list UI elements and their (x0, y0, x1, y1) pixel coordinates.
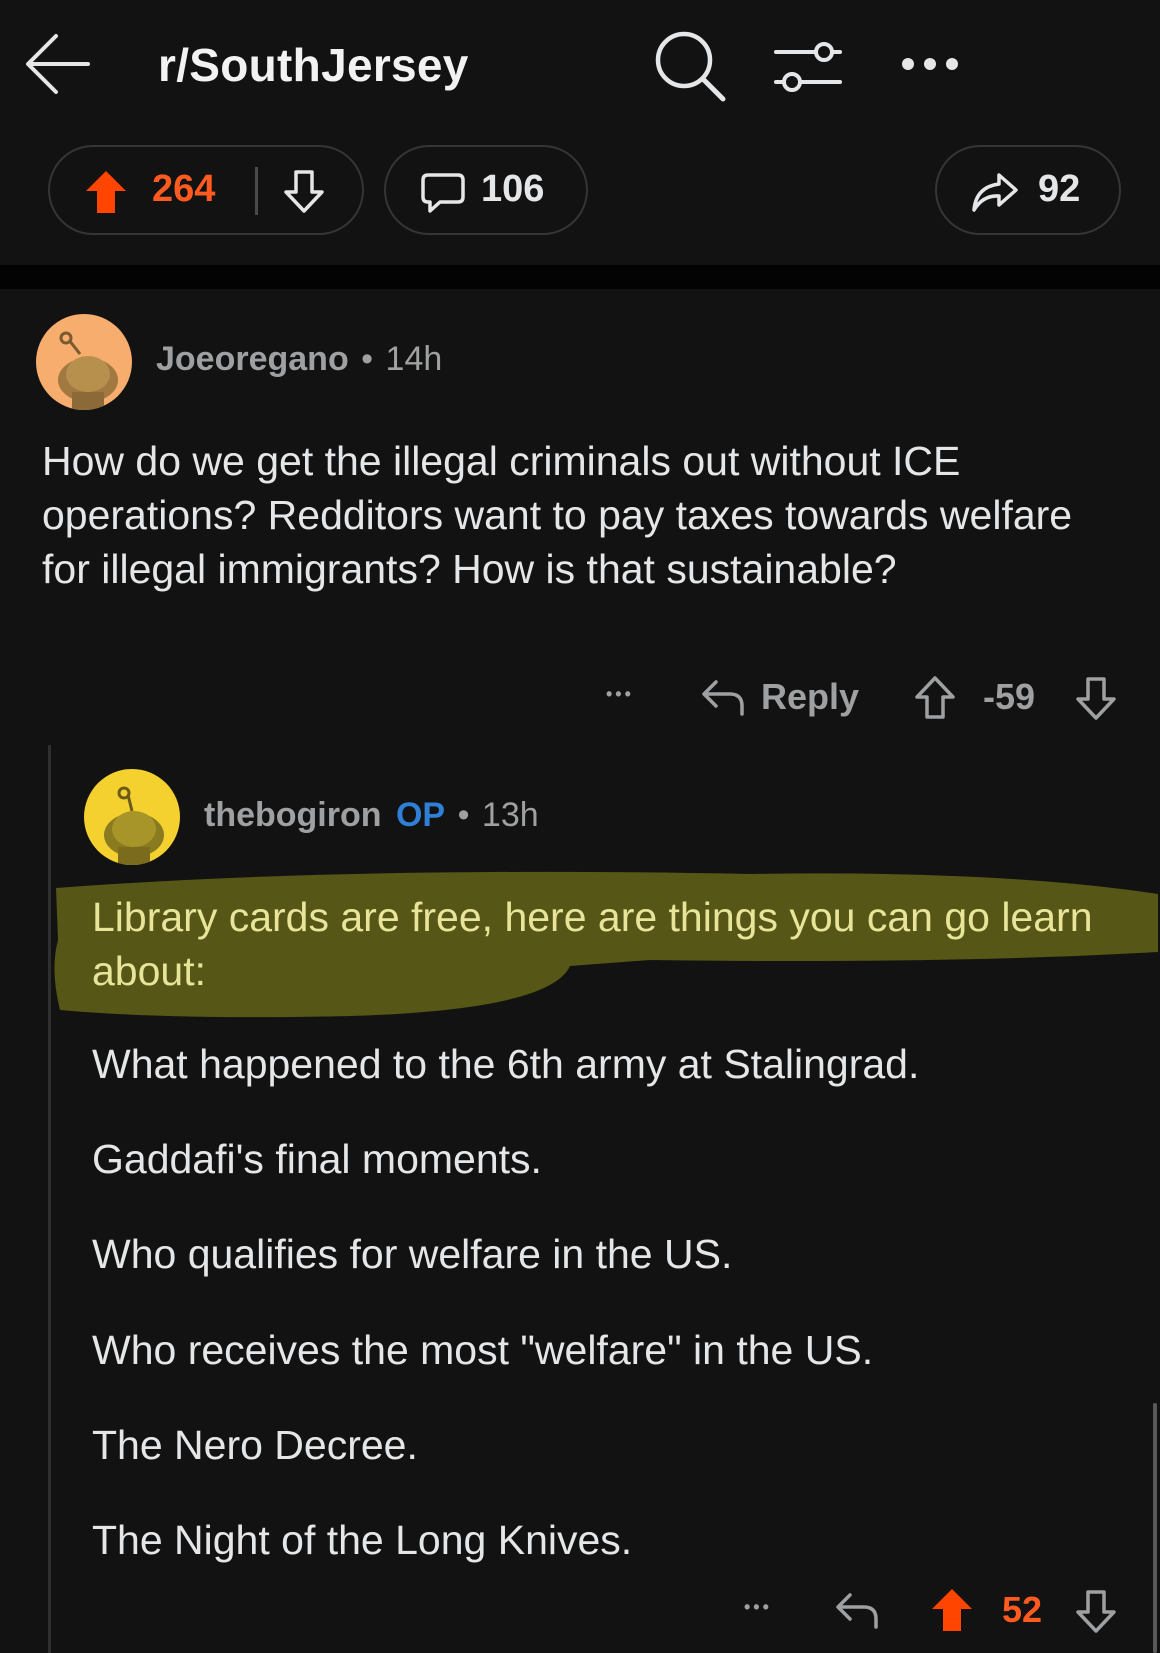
upvote-icon[interactable] (913, 674, 957, 720)
avatar[interactable] (84, 769, 180, 865)
upvote-filled-icon[interactable] (84, 169, 128, 215)
top-bar: r/SouthJersey 264 106 92 (0, 0, 1160, 265)
post-vote-control: 264 (48, 145, 364, 235)
filter-sliders-icon[interactable] (772, 36, 844, 98)
back-arrow-icon[interactable] (22, 28, 94, 100)
search-icon[interactable] (652, 28, 728, 104)
comment-meta: Joeoregano • 14h (156, 340, 442, 379)
upvote-filled-icon[interactable] (930, 1587, 974, 1633)
scrollbar[interactable] (1153, 1403, 1157, 1653)
reply-button[interactable]: Reply (761, 676, 859, 718)
meta-separator: • (361, 340, 374, 378)
list-item: What happened to the 6th army at Staling… (92, 1041, 920, 1087)
section-divider (0, 265, 1160, 289)
downvote-icon[interactable] (282, 169, 326, 215)
list-item: The Night of the Long Knives. (92, 1517, 633, 1563)
more-options-button[interactable]: ••• (744, 1597, 772, 1618)
post-score: 264 (152, 168, 216, 210)
more-dots-icon[interactable] (900, 56, 960, 72)
list-item: Gaddafi's final moments. (92, 1136, 542, 1182)
comment-actions: ••• Reply -59 (600, 672, 1120, 728)
more-options-button[interactable]: ••• (606, 684, 634, 705)
downvote-icon[interactable] (1074, 1589, 1118, 1635)
comment-score: -59 (983, 676, 1036, 717)
share-button[interactable]: 92 (935, 145, 1121, 235)
share-arrow-icon (971, 171, 1019, 213)
list-item: Who qualifies for welfare in the US. (92, 1231, 733, 1277)
comment-meta: thebogiron OP • 13h (204, 796, 539, 835)
share-count: 92 (1038, 168, 1081, 210)
comment-count: 106 (481, 168, 545, 210)
reply-intro: Library cards are free, here are things … (92, 894, 1093, 994)
subreddit-name[interactable]: r/SouthJersey (158, 38, 469, 92)
comment-body: How do we get the illegal criminals out … (42, 438, 1073, 592)
reply-arrow-icon[interactable] (834, 1591, 880, 1631)
comment-actions: ••• 52 (730, 1585, 1120, 1641)
comment-score: 52 (1002, 1589, 1043, 1630)
op-badge: OP (395, 796, 446, 834)
comment-timestamp: 14h (385, 340, 443, 378)
comment-timestamp: 13h (481, 796, 539, 834)
reply-arrow-icon[interactable] (700, 678, 746, 718)
list-item: Who receives the most "welfare" in the U… (92, 1327, 874, 1373)
comment-bubble-icon (420, 171, 466, 215)
avatar[interactable] (36, 314, 132, 410)
list-item: The Nero Decree. (92, 1422, 418, 1468)
comments-button[interactable]: 106 (384, 145, 588, 235)
comment-author[interactable]: Joeoregano (156, 340, 349, 378)
vote-divider (255, 167, 258, 215)
meta-separator: • (457, 796, 470, 834)
comment-author[interactable]: thebogiron (204, 796, 382, 834)
downvote-icon[interactable] (1074, 676, 1118, 722)
